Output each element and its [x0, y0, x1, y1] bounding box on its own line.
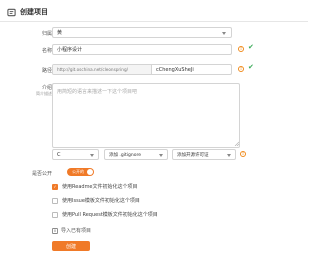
import-project-link[interactable]: 导入已有项目 — [52, 227, 91, 234]
checkbox[interactable] — [52, 197, 58, 204]
chevron-down-icon — [227, 154, 231, 157]
chevron-down-icon — [90, 154, 94, 157]
license-value: 添加开源许可证 — [177, 152, 209, 158]
path-prefix: http://git.oschina.net/cleonspring/ — [53, 65, 152, 74]
page-header: 创建项目 — [7, 5, 48, 19]
name-input[interactable]: 小程序设计 — [52, 44, 232, 55]
owner-select[interactable]: 黄 — [52, 27, 232, 38]
option-readme[interactable]: ✓ 使用Readme文件初始化这个项目 — [52, 183, 138, 190]
public-label: 是否公开 — [31, 171, 52, 177]
intro-label: 介绍 — [41, 85, 52, 91]
page-title: 创建项目 — [20, 8, 48, 16]
toggle-knob — [87, 169, 93, 175]
intro-placeholder: 用简短的语言来描述一下这个项目吧 — [57, 89, 138, 95]
public-toggle-label: 公开的 — [72, 169, 84, 174]
owner-label: 归属 — [41, 31, 52, 37]
option-label: 使用Pull Request模板文件初始化这个项目 — [62, 212, 158, 218]
option-issue-template[interactable]: 使用Issue模板文件初始化这个项目 — [52, 197, 140, 204]
resize-handle-icon[interactable] — [234, 141, 239, 146]
header-divider — [0, 21, 308, 22]
intro-textarea[interactable]: 用简短的语言来描述一下这个项目吧 — [52, 83, 240, 148]
name-value: 小程序设计 — [57, 47, 83, 53]
option-pr-template[interactable]: 使用Pull Request模板文件初始化这个项目 — [52, 211, 158, 218]
owner-value: 黄 — [57, 30, 63, 36]
chevron-down-icon — [159, 154, 163, 157]
license-select[interactable]: 添加开源许可证 — [172, 149, 236, 160]
chevron-down-icon — [222, 32, 226, 35]
warning-icon: ! — [238, 46, 244, 52]
language-select[interactable]: C — [52, 149, 99, 160]
option-label: 使用Readme文件初始化这个项目 — [62, 184, 138, 190]
warning-icon: ! — [238, 66, 244, 72]
intro-sublabel: 简介描述 — [36, 91, 52, 96]
checkbox-checked[interactable]: ✓ — [52, 183, 58, 190]
name-label: 名称 — [41, 48, 52, 54]
option-label: 使用Issue模板文件初始化这个项目 — [62, 198, 140, 204]
public-toggle[interactable]: 公开的 — [67, 168, 94, 176]
create-button[interactable]: 创建 — [52, 241, 90, 251]
path-input[interactable]: cChengXuSheJi — [152, 65, 231, 74]
checkbox[interactable] — [52, 211, 58, 218]
language-value: C — [57, 151, 61, 158]
gitignore-select[interactable]: 添加 .gitignore — [104, 149, 168, 160]
check-icon: ✔ — [248, 63, 254, 71]
check-icon: ✔ — [248, 43, 254, 51]
import-icon — [52, 227, 58, 234]
warning-icon: ! — [240, 151, 246, 157]
import-label: 导入已有项目 — [61, 228, 92, 234]
gitignore-value: 添加 .gitignore — [109, 152, 141, 158]
project-icon — [7, 8, 16, 16]
path-label: 路径 — [41, 68, 52, 74]
path-field: http://git.oschina.net/cleonspring/ cChe… — [52, 64, 232, 75]
